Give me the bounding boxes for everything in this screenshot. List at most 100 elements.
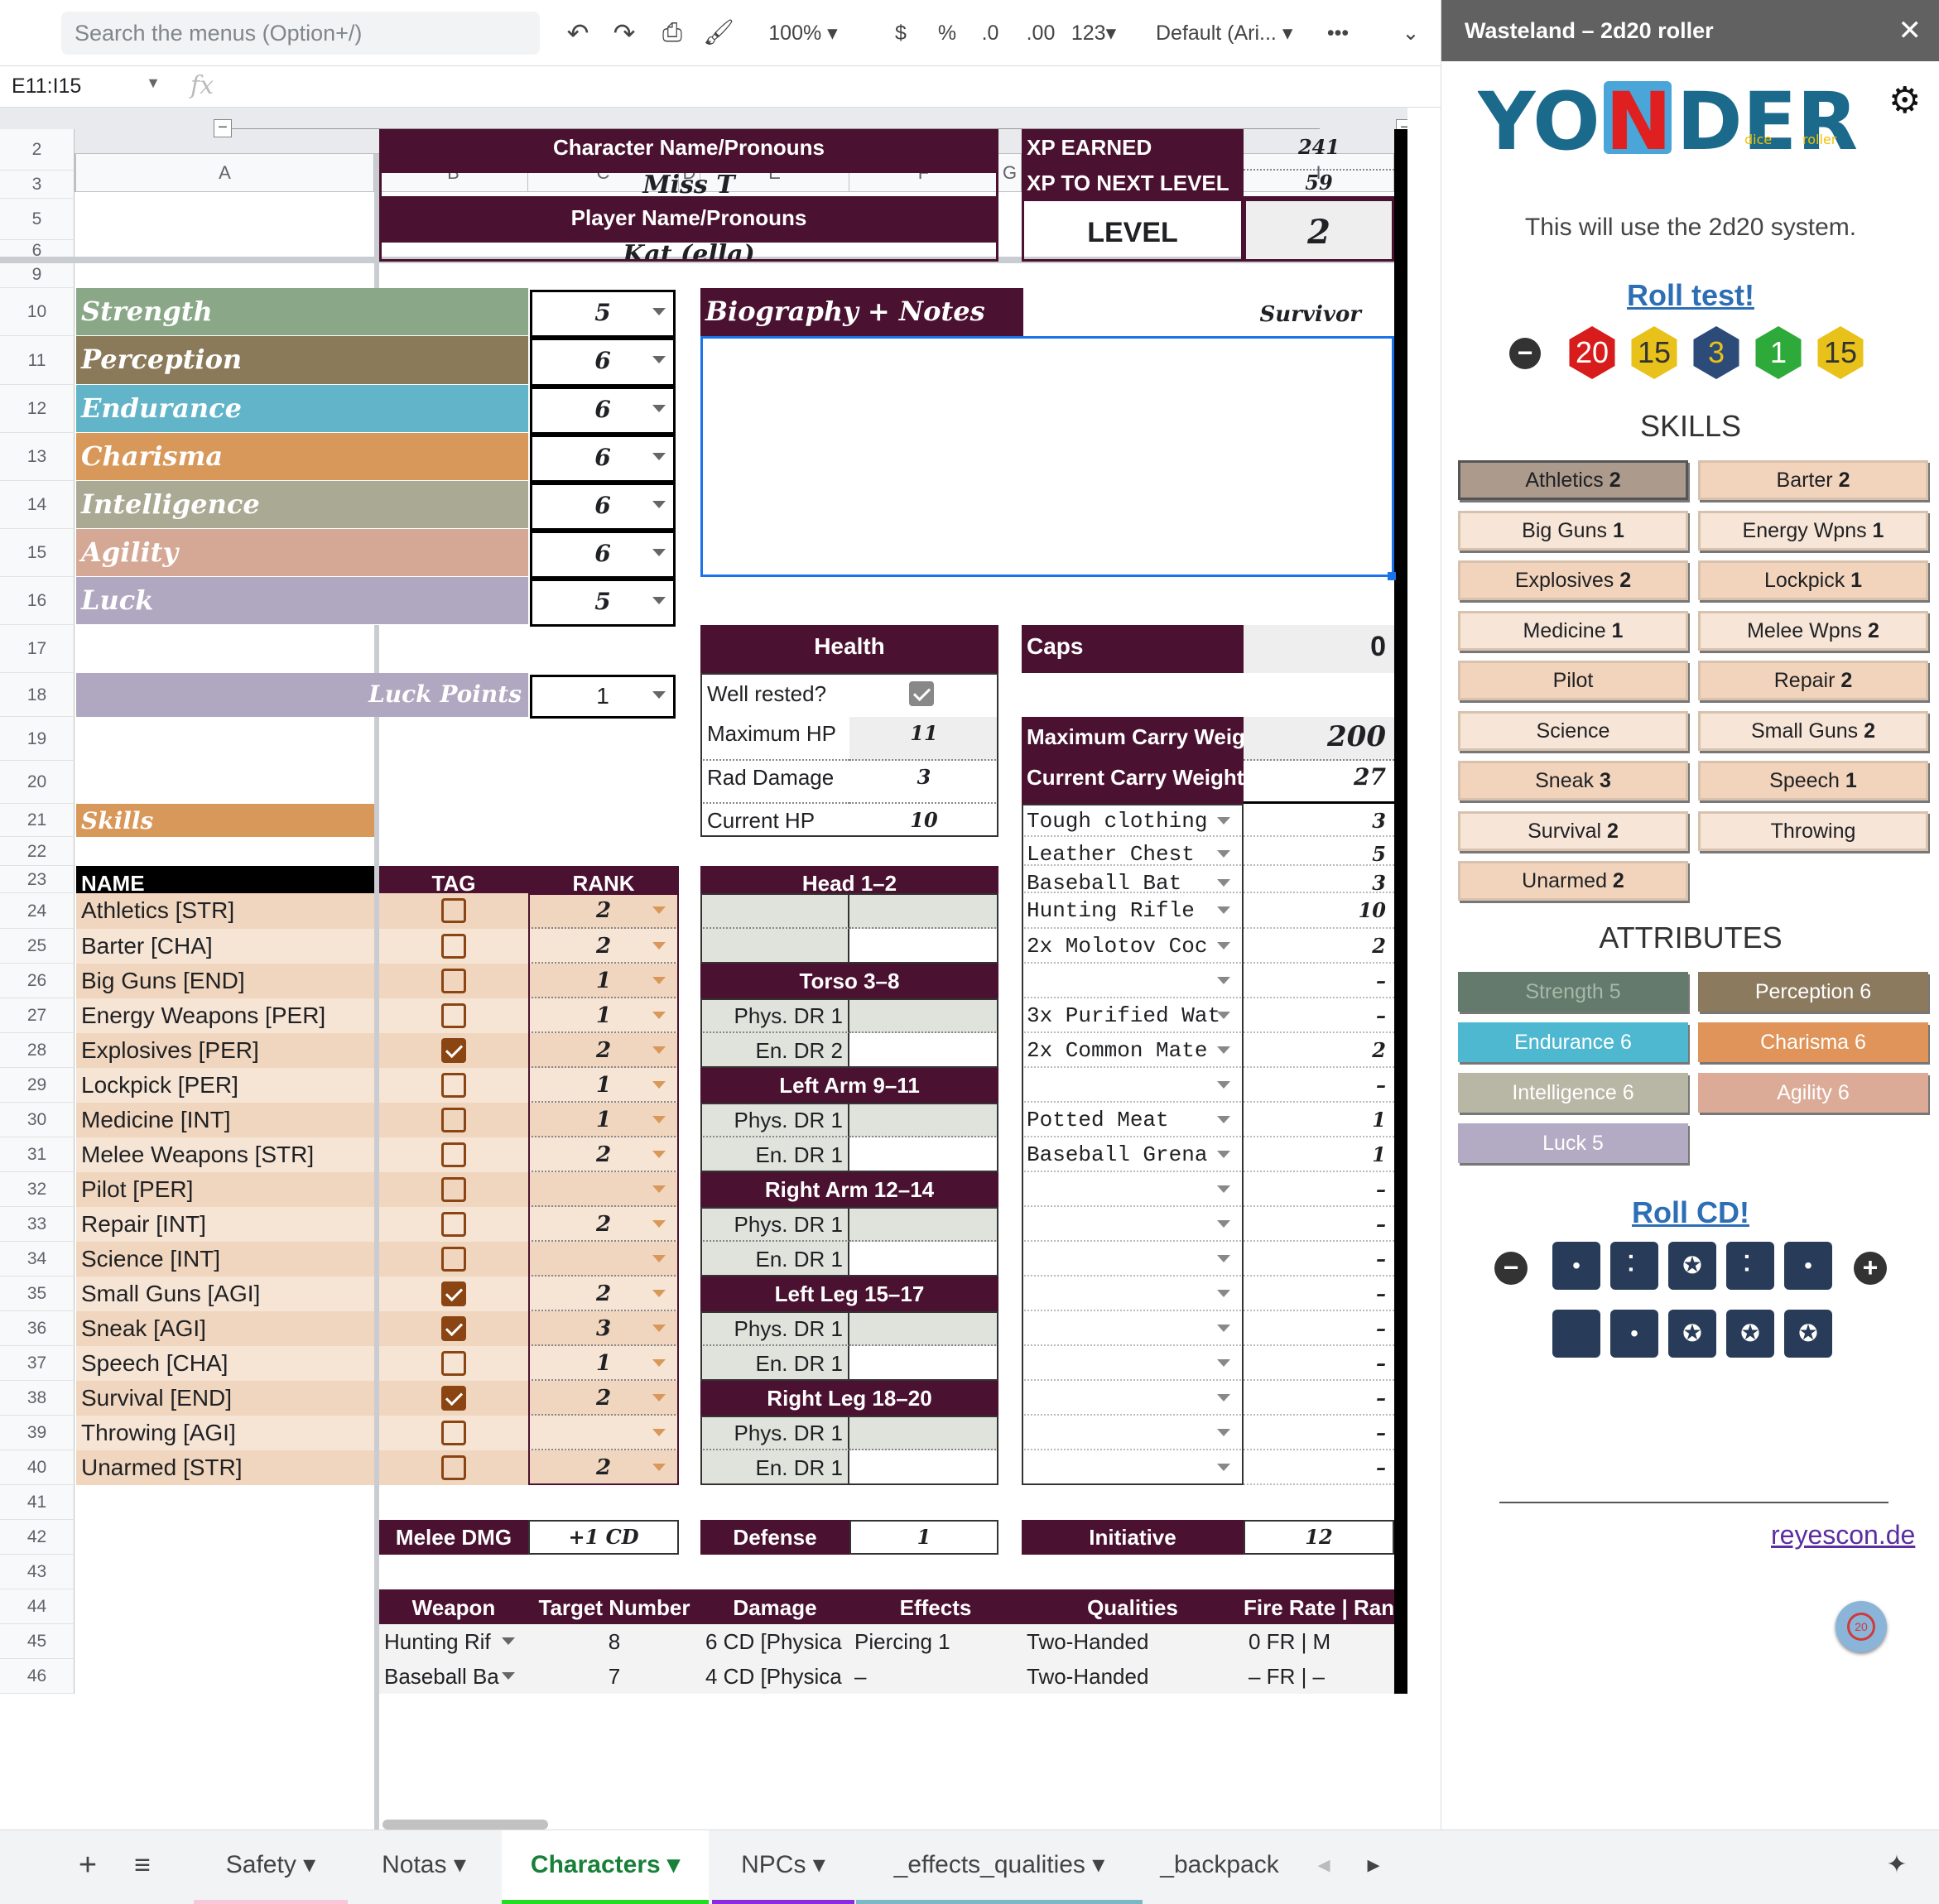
row-header-22[interactable]: 22: [0, 837, 75, 866]
dropdown-arrow-icon[interactable]: [652, 691, 666, 699]
skill-button-repair[interactable]: Repair 2: [1698, 661, 1928, 700]
more-icon[interactable]: •••: [1321, 12, 1354, 55]
skill-button-lockpick[interactable]: Lockpick 1: [1698, 560, 1928, 600]
close-icon[interactable]: ✕: [1898, 0, 1922, 61]
skill-tag-checkbox[interactable]: [441, 1073, 466, 1098]
tab-safety[interactable]: Safety ▾: [194, 1830, 348, 1904]
row-header-38[interactable]: 38: [0, 1381, 75, 1416]
add-sheet-icon[interactable]: +: [71, 1830, 104, 1904]
paint-format-icon[interactable]: 🖌: [700, 12, 737, 55]
attribute-button-luck[interactable]: Luck 5: [1458, 1123, 1688, 1163]
defense-value[interactable]: 1: [849, 1520, 998, 1555]
formula-input[interactable]: [240, 73, 1399, 101]
skill-tag-checkbox[interactable]: [441, 1281, 466, 1306]
attribute-button-intelligence[interactable]: Intelligence 6: [1458, 1073, 1688, 1113]
more-formats-button[interactable]: 123▾: [1066, 12, 1121, 55]
attribute-button-strength[interactable]: Strength 5: [1458, 972, 1688, 1012]
skill-button-big-guns[interactable]: Big Guns 1: [1458, 510, 1688, 551]
skill-button-energy-wpns[interactable]: Energy Wpns 1: [1698, 510, 1928, 551]
row-header-23[interactable]: 23: [0, 866, 75, 893]
bio-selection-handle[interactable]: [1388, 572, 1396, 580]
gear-icon[interactable]: ⚙: [1888, 79, 1921, 122]
skill-tag-checkbox[interactable]: [441, 1351, 466, 1376]
row-header-39[interactable]: 39: [0, 1416, 75, 1450]
skill-tag-checkbox[interactable]: [441, 1038, 466, 1063]
skill-tag-checkbox[interactable]: [441, 1003, 466, 1028]
print-icon[interactable]: ⎙: [654, 12, 690, 55]
dropdown-arrow-icon[interactable]: [652, 597, 666, 604]
dropdown-arrow-icon[interactable]: [652, 405, 666, 412]
skill-button-throwing[interactable]: Throwing: [1698, 810, 1928, 851]
bio-notes-area[interactable]: [700, 336, 1394, 577]
skill-tag-checkbox[interactable]: [441, 1316, 466, 1341]
origin-select[interactable]: Survivor: [1022, 288, 1394, 336]
row-header-28[interactable]: 28: [0, 1033, 75, 1068]
row-header-46[interactable]: 46: [0, 1659, 75, 1694]
skill-tag-checkbox[interactable]: [441, 1212, 466, 1237]
tab-effectsqualities[interactable]: _effects_qualities ▾: [856, 1830, 1143, 1904]
column-header-A[interactable]: A: [76, 154, 374, 192]
skill-tag-checkbox[interactable]: [441, 1421, 466, 1445]
row-header-37[interactable]: 37: [0, 1346, 75, 1381]
row-header-12[interactable]: 12: [0, 385, 75, 433]
row-header-19[interactable]: 19: [0, 717, 75, 761]
name-box[interactable]: E11:I15 ▼: [12, 75, 161, 99]
search-menus-input[interactable]: Search the menus (Option+/): [61, 12, 540, 55]
dropdown-arrow-icon[interactable]: [652, 308, 666, 315]
tab-characters[interactable]: Characters ▾: [502, 1830, 709, 1904]
row-header-10[interactable]: 10: [0, 288, 75, 336]
row-header-30[interactable]: 30: [0, 1103, 75, 1137]
row-header-9[interactable]: 9: [0, 262, 75, 288]
row-header-3[interactable]: 3: [0, 171, 75, 199]
skill-button-explosives[interactable]: Explosives 2: [1458, 560, 1688, 600]
row-header-2[interactable]: 2: [0, 129, 75, 171]
zoom-select[interactable]: 100% ▾: [762, 12, 844, 55]
collapse-group-icon[interactable]: −: [214, 119, 232, 137]
skill-tag-checkbox[interactable]: [441, 898, 466, 923]
percent-button[interactable]: %: [932, 12, 962, 55]
row-header-33[interactable]: 33: [0, 1207, 75, 1242]
dropdown-arrow-icon[interactable]: [502, 1672, 515, 1680]
dropdown-arrow-icon[interactable]: [502, 1637, 515, 1645]
row-header-34[interactable]: 34: [0, 1242, 75, 1277]
row-header-32[interactable]: 32: [0, 1172, 75, 1207]
row-header-31[interactable]: 31: [0, 1137, 75, 1172]
column-header-G[interactable]: G: [998, 154, 1022, 192]
dropdown-arrow-icon[interactable]: [652, 356, 666, 363]
skill-button-small-guns[interactable]: Small Guns 2: [1698, 710, 1928, 751]
skill-tag-checkbox[interactable]: [441, 1455, 466, 1480]
reyescon-link[interactable]: reyescon.de: [1605, 1520, 1939, 1551]
row-header-15[interactable]: 15: [0, 529, 75, 577]
roll-test-link[interactable]: Roll test!: [1441, 278, 1939, 313]
skill-tag-checkbox[interactable]: [441, 1386, 466, 1411]
row-header-25[interactable]: 25: [0, 929, 75, 964]
tab-notas[interactable]: Notas ▾: [349, 1830, 498, 1904]
tab-backpack[interactable]: _backpack: [1144, 1830, 1295, 1904]
attribute-button-charisma[interactable]: Charisma 6: [1698, 1022, 1928, 1062]
dropdown-arrow-icon[interactable]: [652, 501, 666, 508]
skill-tag-checkbox[interactable]: [441, 1247, 466, 1272]
row-header-36[interactable]: 36: [0, 1311, 75, 1346]
scroll-right-icon[interactable]: ▸: [1361, 1830, 1386, 1904]
row-header-26[interactable]: 26: [0, 964, 75, 998]
attribute-button-endurance[interactable]: Endurance 6: [1458, 1022, 1688, 1062]
currency-button[interactable]: $: [886, 12, 916, 55]
skill-button-sneak[interactable]: Sneak 3: [1458, 761, 1688, 801]
row-header-18[interactable]: 18: [0, 673, 75, 717]
skill-tag-checkbox[interactable]: [441, 934, 466, 959]
row-header-44[interactable]: 44: [0, 1589, 75, 1624]
skill-button-barter[interactable]: Barter 2: [1698, 460, 1928, 500]
skill-button-melee-wpns[interactable]: Melee Wpns 2: [1698, 610, 1928, 651]
chevron-down-icon[interactable]: ⌄: [1396, 12, 1426, 55]
skill-button-athletics[interactable]: Athletics 2: [1458, 460, 1688, 500]
skill-button-medicine[interactable]: Medicine 1: [1458, 610, 1688, 651]
undo-icon[interactable]: ↶: [560, 12, 596, 55]
increase-decimal-button[interactable]: .00: [1022, 12, 1060, 55]
row-header-21[interactable]: 21: [0, 804, 75, 837]
row-header-17[interactable]: 17: [0, 625, 75, 673]
row-header-24[interactable]: 24: [0, 893, 75, 929]
caps-value[interactable]: 0: [1244, 625, 1394, 673]
skill-button-speech[interactable]: Speech 1: [1698, 761, 1928, 801]
row-header-29[interactable]: 29: [0, 1068, 75, 1103]
spreadsheet-grid[interactable]: −−ABCDEFGHIJ2356910111213141516171819202…: [0, 108, 1407, 1829]
